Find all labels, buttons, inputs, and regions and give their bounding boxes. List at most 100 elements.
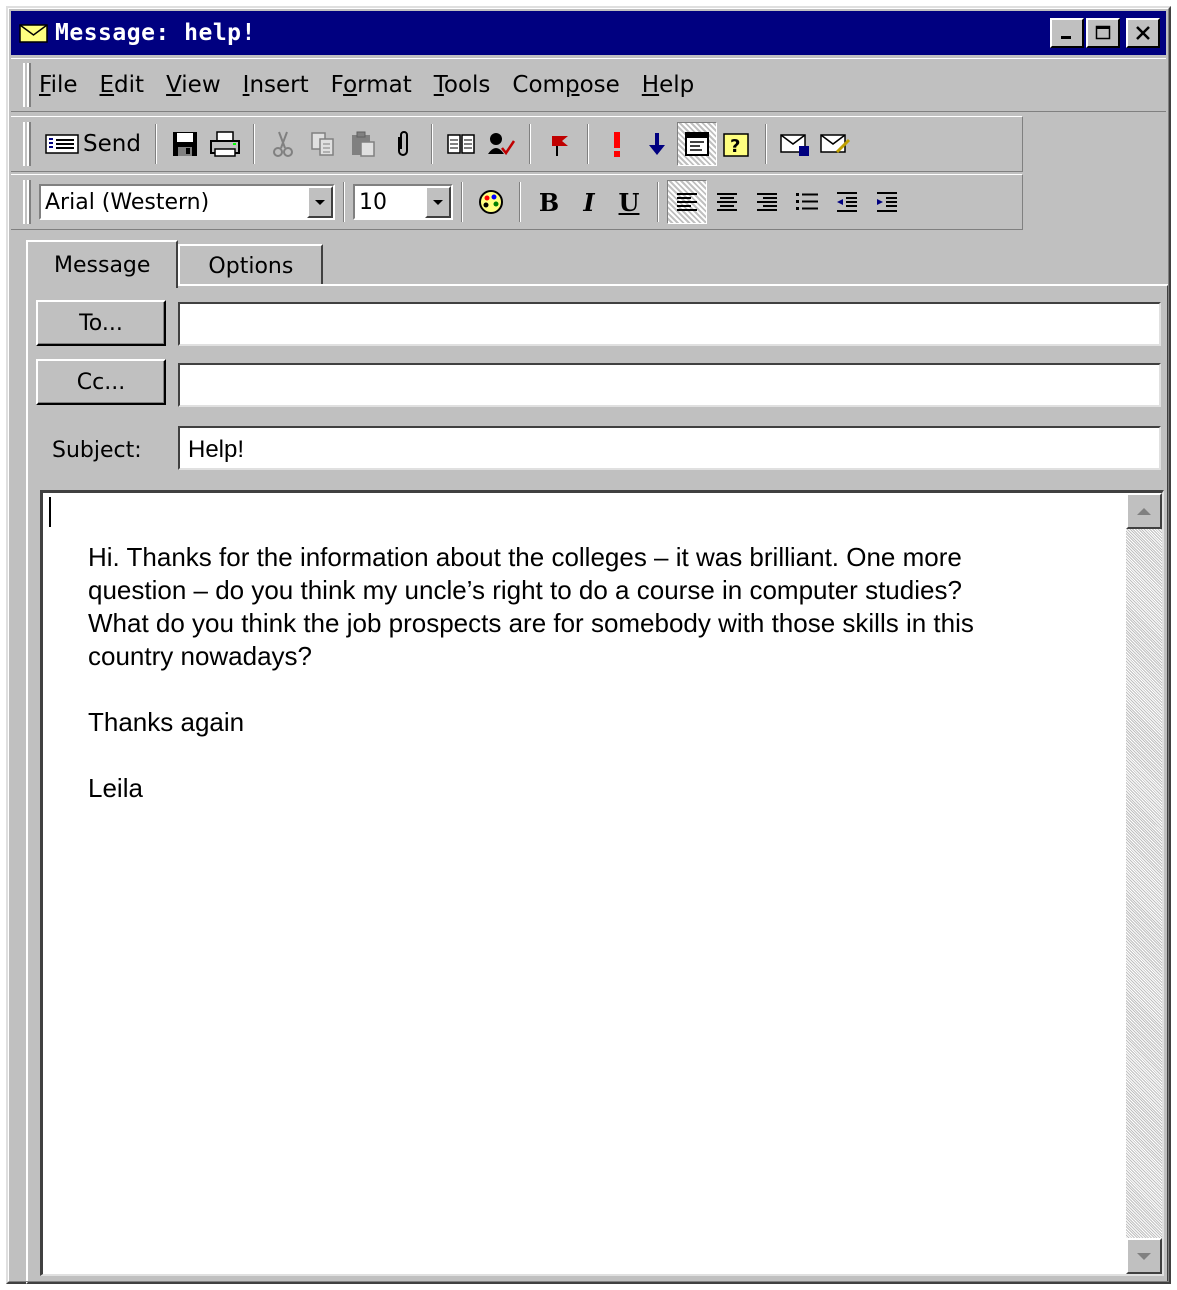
- cc-field[interactable]: [178, 363, 1161, 407]
- copy-button[interactable]: [303, 122, 343, 166]
- font-size-dropdown-button[interactable]: [425, 186, 451, 218]
- minimize-icon: [1061, 36, 1071, 39]
- bullets-button[interactable]: [787, 180, 827, 224]
- increase-indent-button[interactable]: [867, 180, 907, 224]
- toolbar-separator: [657, 182, 659, 222]
- menu-edit[interactable]: Edit: [100, 72, 145, 98]
- increase-indent-icon: [877, 192, 897, 212]
- save-button[interactable]: [165, 122, 205, 166]
- toolbar-grip[interactable]: [23, 122, 31, 166]
- sign-button[interactable]: [815, 122, 855, 166]
- title-bar[interactable]: Message: help!: [11, 11, 1166, 55]
- toolbar-separator: [528, 124, 531, 164]
- bold-label: B: [538, 187, 560, 217]
- signed-mail-icon: [820, 134, 850, 154]
- flag-icon: [551, 136, 568, 156]
- high-importance-button[interactable]: [597, 122, 637, 166]
- toolbar-separator: [430, 124, 433, 164]
- message-options-button[interactable]: [676, 122, 717, 166]
- up-arrow-icon: [1137, 507, 1151, 515]
- down-arrow-icon: [1137, 1252, 1151, 1260]
- address-book-icon: [447, 134, 475, 154]
- envelope-icon: [19, 22, 49, 44]
- align-right-button[interactable]: [747, 180, 787, 224]
- to-button[interactable]: To...: [36, 300, 166, 346]
- menu-grip[interactable]: [23, 63, 31, 107]
- printer-icon: [209, 131, 240, 157]
- check-names-button[interactable]: [481, 122, 521, 166]
- copy-icon: [311, 132, 334, 156]
- maximize-button[interactable]: [1086, 18, 1120, 48]
- align-left-button[interactable]: [667, 180, 707, 224]
- vertical-scrollbar[interactable]: [1126, 493, 1162, 1274]
- menu-tools[interactable]: Tools: [434, 72, 491, 98]
- send-icon: [45, 134, 79, 154]
- message-text: Hi. Thanks for the information about the…: [88, 541, 1118, 838]
- attach-button[interactable]: [383, 122, 423, 166]
- bold-button[interactable]: B: [529, 180, 569, 224]
- menu-view[interactable]: View: [166, 72, 221, 98]
- menu-file[interactable]: File: [39, 72, 78, 98]
- menu-help[interactable]: Help: [642, 72, 694, 98]
- align-center-button[interactable]: [707, 180, 747, 224]
- send-label: Send: [83, 131, 141, 157]
- toolbar-separator: [764, 124, 767, 164]
- italic-label: I: [583, 187, 595, 217]
- exclamation-icon: [613, 132, 620, 157]
- encrypt-button[interactable]: [775, 122, 815, 166]
- message-window: Message: help! File Edit View Insert For…: [6, 6, 1171, 1284]
- body-paragraph: Thanks again: [88, 707, 245, 737]
- minimize-button[interactable]: [1050, 18, 1084, 48]
- font-color-button[interactable]: [471, 180, 511, 224]
- font-value: Arial (Western): [45, 189, 210, 215]
- address-book-button[interactable]: [441, 122, 481, 166]
- help-icon: ?: [723, 133, 749, 157]
- italic-button[interactable]: I: [569, 180, 609, 224]
- tab-message-label: Message: [54, 252, 151, 278]
- scroll-up-button[interactable]: [1126, 493, 1162, 529]
- window-title: Message: help!: [55, 20, 256, 46]
- subject-field[interactable]: Help!: [178, 426, 1161, 470]
- tab-message[interactable]: Message: [26, 240, 179, 288]
- send-button[interactable]: Send: [39, 122, 147, 166]
- cc-button-label: Cc...: [76, 369, 126, 395]
- cut-button[interactable]: [263, 122, 303, 166]
- options-icon: [684, 132, 709, 156]
- standard-toolbar: Send ?: [11, 116, 1023, 172]
- body-paragraph: Hi. Thanks for the information about the…: [88, 542, 974, 671]
- print-button[interactable]: [205, 122, 245, 166]
- paste-button[interactable]: [343, 122, 383, 166]
- subject-label: Subject:: [52, 438, 142, 463]
- toolbar-grip[interactable]: [23, 180, 31, 224]
- menu-insert[interactable]: Insert: [243, 72, 309, 98]
- font-dropdown-button[interactable]: [307, 186, 333, 218]
- svg-text:?: ?: [730, 136, 740, 157]
- scroll-down-button[interactable]: [1126, 1238, 1162, 1274]
- message-body[interactable]: Hi. Thanks for the information about the…: [40, 490, 1164, 1276]
- font-select[interactable]: Arial (Western): [39, 184, 335, 220]
- close-button[interactable]: [1126, 18, 1160, 48]
- paste-icon: [351, 131, 375, 157]
- formatting-toolbar: Arial (Western) 10 B I U: [11, 174, 1023, 230]
- flag-button[interactable]: [539, 122, 579, 166]
- menu-format[interactable]: Format: [331, 72, 412, 98]
- font-size-select[interactable]: 10: [353, 184, 453, 220]
- decrease-indent-button[interactable]: [827, 180, 867, 224]
- tab-options[interactable]: Options: [178, 244, 324, 286]
- floppy-disk-icon: [172, 132, 197, 156]
- low-importance-button[interactable]: [637, 122, 677, 166]
- body-paragraph: Leila: [88, 773, 143, 803]
- encrypted-mail-icon: [780, 134, 809, 156]
- cc-button[interactable]: Cc...: [36, 359, 166, 405]
- menu-bar: File Edit View Insert Format Tools Compo…: [11, 58, 1166, 112]
- toolbar-separator: [461, 182, 463, 222]
- decrease-indent-icon: [837, 192, 857, 212]
- font-size-value: 10: [359, 189, 387, 215]
- underline-label: U: [618, 187, 640, 217]
- to-field[interactable]: [178, 302, 1161, 346]
- underline-button[interactable]: U: [609, 180, 649, 224]
- menu-compose[interactable]: Compose: [512, 72, 619, 98]
- tab-strip: Message Options: [26, 240, 324, 288]
- help-pointer-button[interactable]: ?: [717, 122, 757, 166]
- check-names-icon: [487, 133, 515, 156]
